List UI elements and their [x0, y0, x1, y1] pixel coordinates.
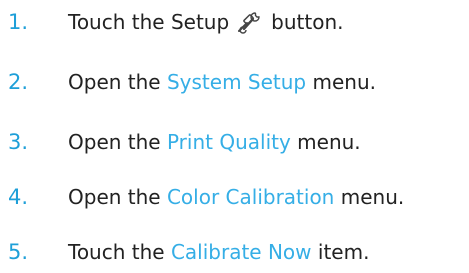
step-number: 3. — [8, 130, 29, 154]
step-text-before: Touch the — [68, 240, 165, 264]
step-number: 1. — [8, 10, 29, 34]
step-text: Touch the Calibrate Now item. — [68, 240, 369, 264]
step-text: Open the Print Quality menu. — [68, 130, 361, 154]
step-number: 2. — [8, 70, 29, 94]
step-text: Touch the Setup button. — [68, 9, 343, 35]
step-number: 5. — [8, 240, 29, 264]
step-number: 4. — [8, 185, 29, 209]
menu-name-print-quality: Print Quality — [166, 130, 291, 154]
step-text-after: button. — [271, 10, 344, 34]
step-text-before: Open the — [68, 70, 161, 94]
step-text: Open the System Setup menu. — [68, 70, 376, 94]
step-text-before: Open the — [68, 185, 161, 209]
item-name-calibrate-now: Calibrate Now — [170, 240, 312, 264]
step-text: Open the Color Calibration menu. — [68, 185, 404, 209]
step-text-after: item. — [317, 240, 370, 264]
step-text-after: menu. — [340, 185, 405, 209]
step-text-after: menu. — [312, 70, 376, 94]
menu-name-color-calibration: Color Calibration — [166, 185, 335, 209]
step-text-before: Open the — [68, 130, 161, 154]
setup-wrench-screwdriver-icon — [238, 12, 260, 34]
instruction-steps: 1. Touch the Setup button. 2. Open the S… — [0, 0, 469, 273]
step-text-before: Touch the Setup — [68, 10, 230, 34]
step-text-after: menu. — [297, 130, 361, 154]
menu-name-system-setup: System Setup — [166, 70, 307, 94]
